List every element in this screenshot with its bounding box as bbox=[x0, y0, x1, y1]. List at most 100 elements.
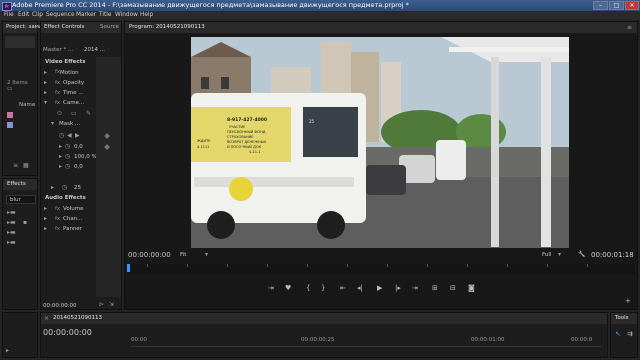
track-backward-icon[interactable]: ◀ bbox=[67, 132, 72, 139]
effects-search-field[interactable]: blur bbox=[6, 195, 36, 204]
expand-triangle-icon[interactable]: ▸ bbox=[51, 184, 54, 191]
effect-controls-mini-timeline[interactable] bbox=[96, 57, 121, 297]
folder-icon[interactable]: ▸▬ bbox=[7, 219, 16, 226]
mark-in-icon[interactable]: { bbox=[306, 284, 310, 292]
step-back-icon[interactable]: ◂| bbox=[357, 284, 363, 292]
program-scrubber[interactable] bbox=[127, 264, 635, 274]
tools-panel: Tools ↖ ⇉ bbox=[610, 312, 638, 358]
program-video-frame[interactable]: 8-917-427-4000 УЧАСТИЕ ПЕНСИОННЫЙ ФОНД С… bbox=[191, 37, 569, 248]
chevron-down-icon[interactable]: ▾ bbox=[558, 251, 561, 258]
sequence-clip-selector[interactable]: 2014 ... bbox=[84, 47, 105, 53]
mark-out-icon[interactable]: } bbox=[321, 284, 325, 292]
lift-icon[interactable]: ⊞ bbox=[432, 284, 438, 292]
selection-tool-icon[interactable]: ↖ bbox=[615, 330, 621, 338]
new-bin-icon[interactable]: ▪ bbox=[23, 219, 27, 226]
project-tab-row: Project: замазыв bbox=[3, 22, 53, 33]
expand-triangle-icon[interactable]: ▸ bbox=[44, 225, 47, 232]
expand-triangle-icon[interactable]: ▸ bbox=[44, 215, 47, 222]
project-column-name[interactable]: Name bbox=[19, 102, 35, 108]
icon-view-icon[interactable]: ▦ bbox=[23, 162, 29, 169]
track-forward-icon[interactable]: ▶ bbox=[75, 132, 80, 139]
expand-triangle-icon[interactable]: ▸ bbox=[59, 163, 62, 170]
menu-marker[interactable]: Marker bbox=[76, 11, 96, 20]
mask-expansion-value[interactable]: 0,0 bbox=[74, 164, 83, 170]
filter-icon[interactable]: ⊳ bbox=[99, 301, 104, 308]
playback-resolution-select[interactable]: Full bbox=[542, 252, 551, 258]
effect-controls-timecode[interactable]: 00:00:00:00 bbox=[43, 303, 77, 309]
tab-program[interactable]: Program: 20140521090113 bbox=[129, 22, 205, 33]
menu-help[interactable]: Help bbox=[140, 11, 153, 20]
playhead[interactable] bbox=[127, 264, 130, 272]
folder-icon[interactable]: ▭ bbox=[7, 85, 13, 92]
expand-triangle-icon[interactable]: ▸ bbox=[44, 69, 47, 76]
mask-opacity-value[interactable]: 100,0 % bbox=[74, 154, 97, 160]
play-icon[interactable]: ▶ bbox=[377, 284, 382, 292]
blur-amount-value[interactable]: 25 bbox=[74, 185, 81, 191]
program-monitor-panel: Program: 20140521090113 ≡ 8-917-427-4000… bbox=[124, 21, 638, 310]
expand-triangle-icon[interactable]: ▸ bbox=[44, 79, 47, 86]
expand-triangle-icon[interactable]: ▸ bbox=[59, 143, 62, 150]
mark-in-out-icon[interactable]: ⇥ bbox=[268, 284, 274, 292]
time-remapping-label: Time ... bbox=[63, 90, 84, 96]
window-titlebar: Pr Adobe Premiere Pro CC 2014 - F:\замаз… bbox=[0, 0, 640, 11]
export-frame-icon[interactable]: ◙ bbox=[468, 284, 475, 292]
export-icon[interactable]: ⇲ bbox=[109, 301, 114, 308]
close-icon[interactable]: ✕ bbox=[625, 1, 639, 10]
mask-feather-value[interactable]: 0,0 bbox=[74, 144, 83, 150]
rectangle-mask-icon[interactable]: ▭ bbox=[71, 110, 77, 117]
tab-effects[interactable]: Effects bbox=[7, 179, 26, 190]
mask-path-stopwatch-icon[interactable]: ◷ bbox=[59, 132, 64, 139]
stopwatch-icon[interactable]: ◷ bbox=[62, 184, 67, 191]
folder-icon[interactable]: ▸▬ bbox=[7, 239, 16, 246]
menu-window[interactable]: Window bbox=[115, 11, 138, 20]
collapse-triangle-icon[interactable]: ▾ bbox=[51, 120, 54, 127]
zoom-level-select[interactable]: Fit bbox=[180, 252, 186, 258]
settings-wrench-icon[interactable]: 🔧 bbox=[578, 251, 585, 258]
ruler-label: 00:00:00:25 bbox=[301, 337, 335, 343]
program-timecode-current[interactable]: 00:00:00:00 bbox=[128, 251, 171, 259]
ruler-label: 00:00 bbox=[131, 337, 147, 343]
expand-triangle-icon[interactable]: ▸ bbox=[59, 153, 62, 160]
tab-effect-controls[interactable]: Effect Controls bbox=[44, 22, 84, 33]
effects-search-input[interactable]: blur bbox=[10, 197, 21, 203]
ruler-label: 00:00:01:00 bbox=[471, 337, 505, 343]
button-editor-icon[interactable]: + bbox=[625, 297, 631, 305]
menu-bar: File Edit Clip Sequence Marker Title Win… bbox=[0, 11, 640, 20]
stopwatch-icon[interactable]: ◷ bbox=[65, 143, 70, 150]
master-clip-selector[interactable]: Master * ... bbox=[43, 47, 73, 53]
ad-line: ВОЗВРАТ ДЕНЕЖНЫХ bbox=[227, 140, 267, 144]
stopwatch-icon[interactable]: ◷ bbox=[65, 153, 70, 160]
maximize-icon[interactable]: □ bbox=[609, 1, 624, 10]
tab-sequence[interactable]: 20140521090113 bbox=[53, 313, 102, 324]
extract-icon[interactable]: ⊟ bbox=[450, 284, 456, 292]
collapse-triangle-icon[interactable]: ▾ bbox=[44, 99, 47, 106]
menu-edit[interactable]: Edit bbox=[18, 11, 29, 20]
close-icon[interactable]: × bbox=[44, 315, 49, 322]
tab-source[interactable]: Source bbox=[100, 22, 119, 33]
timeline-timecode[interactable]: 00:00:00:00 bbox=[43, 328, 92, 337]
list-view-icon[interactable]: ≡ bbox=[13, 162, 18, 169]
folder-icon[interactable]: ▸▬ bbox=[7, 209, 16, 216]
menu-clip[interactable]: Clip bbox=[32, 11, 43, 20]
panel-menu-icon[interactable]: ≡ bbox=[627, 24, 632, 31]
minimize-icon[interactable]: – bbox=[593, 1, 608, 10]
pen-mask-icon[interactable]: ✎ bbox=[86, 110, 91, 117]
menu-title[interactable]: Title bbox=[99, 11, 111, 20]
step-forward-icon[interactable]: |▸ bbox=[395, 284, 401, 292]
menu-file[interactable]: File bbox=[4, 11, 14, 20]
go-to-out-icon[interactable]: ⇥ bbox=[412, 284, 418, 292]
expand-triangle-icon[interactable]: ▸ bbox=[6, 347, 9, 354]
track-select-tool-icon[interactable]: ⇉ bbox=[627, 330, 633, 338]
tab-tools[interactable]: Tools bbox=[615, 313, 629, 324]
folder-icon[interactable]: ▸▬ bbox=[7, 229, 16, 236]
expand-triangle-icon[interactable]: ▸ bbox=[44, 89, 47, 96]
ellipse-mask-icon[interactable]: ⬭ bbox=[57, 110, 62, 117]
menu-sequence[interactable]: Sequence bbox=[46, 11, 75, 20]
go-to-in-icon[interactable]: ⇤ bbox=[340, 284, 346, 292]
timeline-panel: × 20140521090113 00:00:00:00 00:00 00:00… bbox=[40, 312, 608, 358]
timeline-ruler[interactable]: 00:00 00:00:00:25 00:00:01:00 00:00:0 bbox=[131, 335, 601, 347]
chevron-down-icon[interactable]: ▾ bbox=[205, 251, 208, 258]
add-marker-icon[interactable]: ♥ bbox=[285, 284, 291, 292]
stopwatch-icon[interactable]: ◷ bbox=[65, 163, 70, 170]
expand-triangle-icon[interactable]: ▸ bbox=[44, 205, 47, 212]
